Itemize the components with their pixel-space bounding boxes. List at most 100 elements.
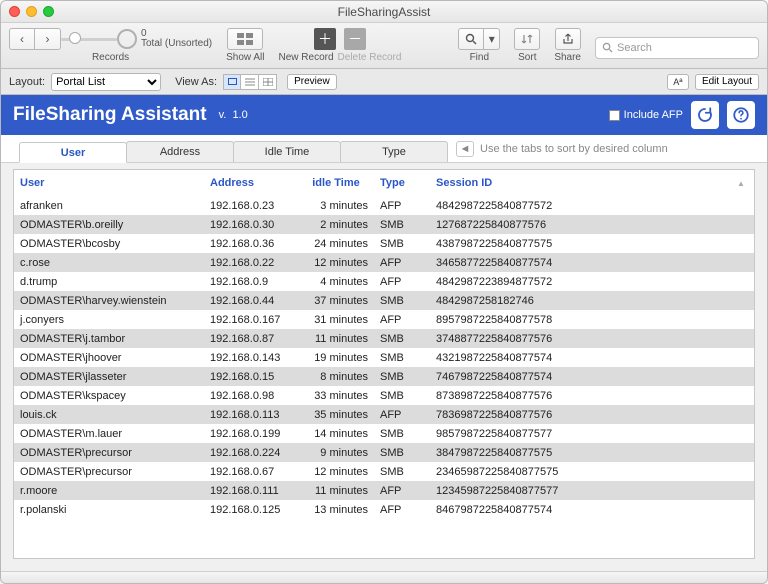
delete-record-button[interactable]: － [344,28,366,50]
text-format-button[interactable]: Aª [667,74,689,90]
cell-address: 192.168.0.167 [210,314,304,326]
table-row[interactable]: r.moore192.168.0.11111 minutesAFP1234598… [14,481,754,500]
cell-type: SMB [380,333,436,345]
cell-session: 3465877225840877574 [436,257,734,269]
show-all-button[interactable] [227,28,263,50]
back-arrow-button[interactable]: ◄ [456,141,474,157]
cell-idle: 11 minutes [304,485,380,497]
cell-address: 192.168.0.224 [210,447,304,459]
table-body[interactable]: afranken192.168.0.233 minutesAFP48429872… [14,196,754,558]
new-record-button[interactable]: ＋ [314,28,336,50]
newrecord-label: New Record [279,52,334,63]
cell-idle: 11 minutes [304,333,380,345]
view-list-button[interactable] [241,74,259,90]
sort-icon [521,33,533,45]
next-record-button[interactable]: › [35,28,61,50]
search-input[interactable]: Search [595,37,759,59]
tab-type[interactable]: Type [340,141,448,162]
table-row[interactable]: ODMASTER\precursor192.168.0.2249 minutes… [14,443,754,462]
table-row[interactable]: louis.ck192.168.0.11335 minutesAFP783698… [14,405,754,424]
cell-idle: 13 minutes [304,504,380,516]
cell-session: 4842987223894877572 [436,276,734,288]
cell-address: 192.168.0.9 [210,276,304,288]
help-button[interactable] [727,101,755,129]
table-row[interactable]: c.rose192.168.0.2212 minutesAFP346587722… [14,253,754,272]
col-session[interactable]: Session ID [436,177,734,189]
cell-user: ODMASTER\precursor [20,447,210,459]
cell-session: 8738987225840877576 [436,390,734,402]
cell-user: ODMASTER\m.lauer [20,428,210,440]
cell-user: ODMASTER\kspacey [20,390,210,402]
table-row[interactable]: r.polanski192.168.0.12513 minutesAFP8467… [14,500,754,519]
cell-type: SMB [380,466,436,478]
cell-address: 192.168.0.111 [210,485,304,497]
cell-type: SMB [380,428,436,440]
table-row[interactable]: ODMASTER\jhoover192.168.0.14319 minutesS… [14,348,754,367]
cell-idle: 31 minutes [304,314,380,326]
table-row[interactable]: d.trump192.168.0.94 minutesAFP4842987223… [14,272,754,291]
sort-button[interactable] [514,28,540,50]
layout-select[interactable]: Portal List [51,73,161,91]
cell-session: 9857987225840877577 [436,428,734,440]
col-address[interactable]: Address [210,177,304,189]
cell-type: AFP [380,200,436,212]
cell-user: r.polanski [20,504,210,516]
view-form-button[interactable] [223,74,241,90]
prev-record-button[interactable]: ‹ [9,28,35,50]
cell-type: SMB [380,390,436,402]
table-row[interactable]: ODMASTER\b.oreilly192.168.0.302 minutesS… [14,215,754,234]
cell-idle: 35 minutes [304,409,380,421]
cell-address: 192.168.0.30 [210,219,304,231]
preview-button[interactable]: Preview [287,74,337,90]
find-button[interactable] [458,28,484,50]
tab-user[interactable]: User [19,142,127,163]
table-row[interactable]: j.conyers192.168.0.16731 minutesAFP89579… [14,310,754,329]
cell-session: 4842987225840877572 [436,200,734,212]
table-row[interactable]: afranken192.168.0.233 minutesAFP48429872… [14,196,754,215]
refresh-icon [696,106,714,124]
include-afp-label: Include AFP [624,109,683,121]
connections-table: User Address idle Time Type Session ID ▲… [13,169,755,559]
cell-user: ODMASTER\harvey.wienstein [20,295,210,307]
table-row[interactable]: ODMASTER\harvey.wienstein192.168.0.4437 … [14,291,754,310]
cell-address: 192.168.0.98 [210,390,304,402]
cell-address: 192.168.0.36 [210,238,304,250]
cell-session: 8957987225840877578 [436,314,734,326]
table-row[interactable]: ODMASTER\jlasseter192.168.0.158 minutesS… [14,367,754,386]
refresh-button[interactable] [691,101,719,129]
cell-address: 192.168.0.44 [210,295,304,307]
table-row[interactable]: ODMASTER\precursor192.168.0.6712 minutes… [14,462,754,481]
cell-idle: 4 minutes [304,276,380,288]
table-row[interactable]: ODMASTER\kspacey192.168.0.9833 minutesSM… [14,386,754,405]
table-row[interactable]: ODMASTER\bcosby192.168.0.3624 minutesSMB… [14,234,754,253]
find-dropdown-button[interactable]: ▾ [484,28,500,50]
share-button[interactable] [555,28,581,50]
cell-address: 192.168.0.199 [210,428,304,440]
search-icon [602,42,613,53]
tab-address[interactable]: Address [126,141,234,162]
include-afp-checkbox[interactable]: Include AFP [609,109,683,121]
table-row[interactable]: ODMASTER\m.lauer192.168.0.19914 minutesS… [14,424,754,443]
checkbox-icon [609,110,620,121]
cell-idle: 14 minutes [304,428,380,440]
total-label: Total (Unsorted) [141,39,212,49]
cell-type: AFP [380,485,436,497]
showall-label: Show All [226,52,264,63]
tab-idletime[interactable]: Idle Time [233,141,341,162]
cell-type: AFP [380,504,436,516]
record-slider[interactable] [61,28,117,50]
col-idle[interactable]: idle Time [304,177,380,189]
main-toolbar: ‹ › 0 Total (Unsorted) Records Show All [1,23,767,69]
cell-session: 3847987225840877575 [436,447,734,459]
view-table-button[interactable] [259,74,277,90]
col-type[interactable]: Type [380,177,436,189]
cell-address: 192.168.0.113 [210,409,304,421]
search-icon [465,33,477,45]
cell-idle: 3 minutes [304,200,380,212]
scroll-up-icon[interactable]: ▲ [734,179,748,188]
edit-layout-button[interactable]: Edit Layout [695,74,759,90]
table-row[interactable]: ODMASTER\j.tambor192.168.0.8711 minutesS… [14,329,754,348]
col-user[interactable]: User [20,177,210,189]
cell-address: 192.168.0.87 [210,333,304,345]
share-icon [562,33,574,45]
